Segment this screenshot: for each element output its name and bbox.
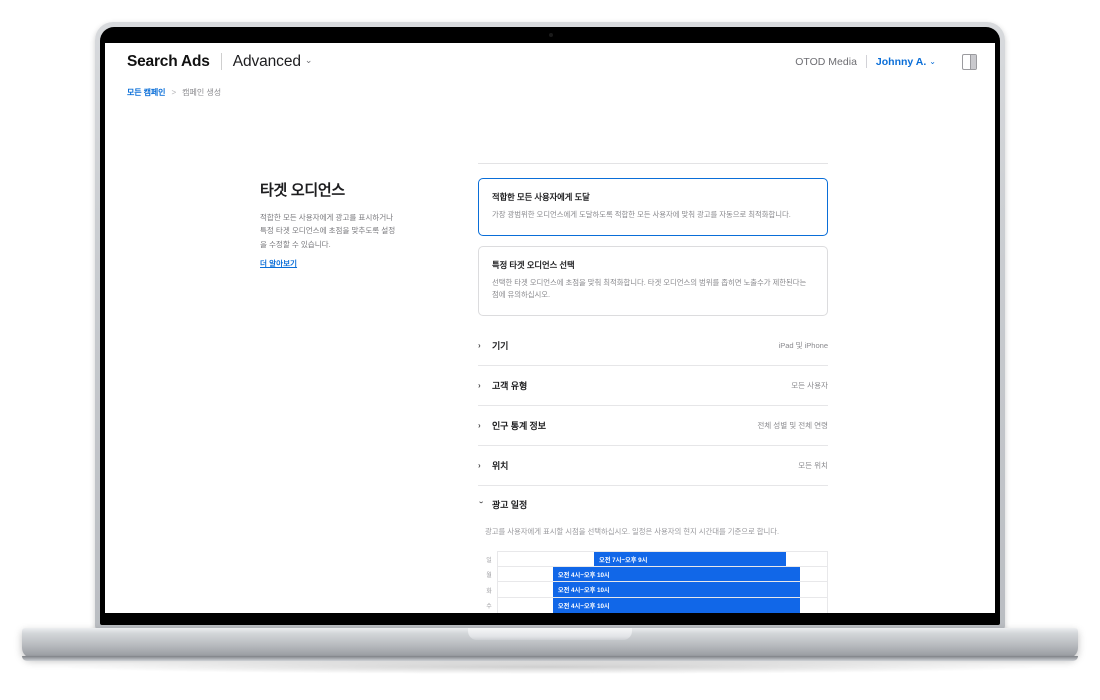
option-description: 선택한 타겟 오디언스에 초점을 맞춰 최적화합니다. 타겟 오디언스의 범위를… (492, 277, 807, 300)
accordion-value: 모든 위치 (798, 461, 828, 471)
schedule-row[interactable]: 월 오전 4시~오후 10시 (481, 566, 828, 583)
laptop-screen: Search Ads Advanced ⌄ OTOD Media Johnny … (105, 43, 995, 613)
accordion-row-devices[interactable]: › 기기 iPad 및 iPhone (478, 326, 828, 367)
laptop-shadow (60, 660, 1040, 674)
accordion-row-demographics[interactable]: › 인구 통계 정보 전체 성별 및 전체 연령 (478, 406, 828, 447)
search-ads-app: Search Ads Advanced ⌄ OTOD Media Johnny … (105, 43, 995, 613)
schedule-bar[interactable]: 오전 4시~오후 10시 (552, 597, 800, 613)
page-content: 타겟 오디언스 적합한 모든 사용자에게 광고를 표시하거나 특정 타겟 오디언… (105, 104, 995, 613)
accordion-label: 고객 유형 (492, 381, 528, 392)
breadcrumb-root-link[interactable]: 모든 캠페인 (127, 87, 166, 98)
chevron-down-icon: › (477, 500, 486, 504)
page-intro: 타겟 오디언스 적합한 모든 사용자에게 광고를 표시하거나 특정 타겟 오디언… (260, 179, 400, 271)
user-menu-label[interactable]: Johnny A. (876, 56, 926, 68)
schedule-bar[interactable]: 오전 4시~오후 10시 (552, 566, 800, 582)
header-divider (865, 55, 867, 68)
schedule-bar-label: 오전 4시~오후 10시 (557, 602, 610, 610)
chevron-down-icon[interactable]: ⌄ (929, 57, 936, 66)
accordion-label: 인구 통계 정보 (492, 421, 546, 432)
laptop-base-notch (468, 628, 632, 640)
settings-panel: 적합한 모든 사용자에게 도달 가장 광범위한 오디언스에게 도달하도록 적합한… (477, 163, 828, 613)
accordion-label: 광고 일정 (492, 499, 528, 510)
schedule-track[interactable]: 오전 4시~오후 10시 (497, 582, 828, 598)
breadcrumb-current: 캠페인 생성 (182, 87, 222, 97)
schedule-track[interactable]: 오전 7시~오후 9시 (497, 551, 828, 567)
chevron-right-icon: › (478, 421, 481, 431)
option-card-reach-all[interactable]: 적합한 모든 사용자에게 도달 가장 광범위한 오디언스에게 도달하도록 적합한… (478, 178, 828, 236)
schedule-day-label: 화 (486, 588, 492, 595)
schedule-row[interactable]: 화 오전 4시~오후 10시 (481, 582, 828, 598)
page-title: 타겟 오디언스 (260, 182, 345, 199)
schedule-bar-label: 오전 7시~오후 9시 (598, 556, 648, 564)
accordion-value: iPad 및 iPhone (778, 341, 828, 351)
chevron-right-icon: › (478, 341, 481, 351)
brand-lockup[interactable]: Search Ads Advanced ⌄ (126, 53, 312, 71)
header-right: OTOD Media Johnny A. ⌄ (795, 53, 977, 70)
option-description: 가장 광범위한 오디언스에게 도달하도록 적합한 모든 사용자에 맞춰 광고를 … (492, 210, 791, 219)
schedule-track[interactable]: 오전 4시~오후 10시 (497, 597, 828, 613)
accordion-left: › 위치 (478, 459, 508, 472)
option-title: 특정 타겟 오디언스 선택 (492, 259, 575, 270)
schedule-description: 광고를 사용자에게 표시할 시점을 선택하십시오. 일정은 사용자의 현지 시간… (485, 527, 780, 537)
accordion-value: 전체 성별 및 전체 연령 (757, 421, 828, 431)
schedule-row[interactable]: 수 오전 4시~오후 10시 (481, 597, 828, 613)
schedule-day-label: 수 (486, 604, 492, 611)
brand-name: Search Ads (127, 52, 210, 70)
schedule-bar-label: 오전 4시~오후 10시 (557, 571, 610, 579)
accordion-left: › 기기 (478, 339, 508, 352)
accordion-label: 기기 (492, 341, 509, 352)
org-name: OTOD Media (795, 55, 857, 68)
breadcrumb-separator-icon: > (171, 87, 177, 97)
screenshot-root: Search Ads Advanced ⌄ OTOD Media Johnny … (0, 0, 1100, 700)
schedule-day-label: 일 (486, 557, 492, 564)
schedule-row[interactable]: 일 오전 7시~오후 9시 (481, 551, 828, 567)
panel-top-divider (478, 163, 828, 164)
chevron-right-icon: › (478, 461, 481, 471)
brand-divider (220, 53, 222, 70)
app-header: Search Ads Advanced ⌄ OTOD Media Johnny … (105, 43, 995, 81)
ad-schedule-chart[interactable]: 일 오전 7시~오후 9시 월 오전 4시~오후 10시 화 오전 4시~오후 10시 수 오… (481, 551, 828, 613)
accordion-value: 모든 사용자 (791, 381, 828, 391)
accordion-row-locations[interactable]: › 위치 모든 위치 (478, 446, 828, 487)
webcam-icon (549, 33, 553, 37)
learn-more-link[interactable]: 더 알아보기 (260, 258, 297, 269)
chevron-right-icon: › (478, 381, 481, 391)
page-description: 적합한 모든 사용자에게 광고를 표시하거나 특정 타겟 오디언스에 초점을 맞… (260, 213, 396, 249)
chevron-down-icon[interactable]: ⌄ (305, 55, 313, 66)
option-title: 적합한 모든 사용자에게 도달 (492, 192, 590, 202)
accordion-left: › 광고 일정 (477, 498, 528, 511)
accordion-left: › 고객 유형 (478, 379, 527, 392)
schedule-bar[interactable]: 오전 7시~오후 9시 (593, 552, 786, 566)
tier-label: Advanced (232, 52, 301, 70)
schedule-track[interactable]: 오전 4시~오후 10시 (497, 566, 828, 583)
schedule-bar-label: 오전 4시~오후 10시 (557, 587, 610, 595)
schedule-bar[interactable]: 오전 4시~오후 10시 (552, 582, 800, 597)
accordion-left: › 인구 통계 정보 (478, 419, 546, 432)
accordion-label: 위치 (492, 461, 509, 472)
panel-toggle-icon[interactable] (962, 53, 977, 70)
schedule-day-label: 월 (486, 573, 492, 580)
option-card-specific-audience[interactable]: 특정 타겟 오디언스 선택 선택한 타겟 오디언스에 초점을 맞춰 최적화합니다… (478, 245, 828, 317)
accordion-row-customer-type[interactable]: › 고객 유형 모든 사용자 (478, 366, 828, 407)
breadcrumb: 모든 캠페인 > 캠페인 생성 (105, 80, 995, 105)
accordion-row-ad-schedule[interactable]: › 광고 일정 (477, 486, 828, 522)
